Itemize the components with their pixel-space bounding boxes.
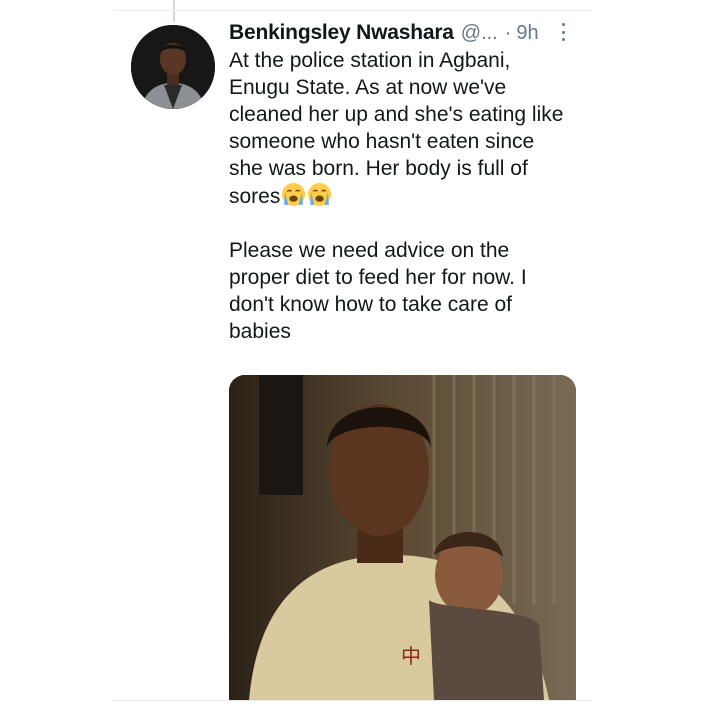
more-dot xyxy=(561,23,565,26)
tweet-text: At the police station in Agbani, Enugu S… xyxy=(229,47,589,345)
photo-image: 中 xyxy=(229,375,576,700)
bottom-divider xyxy=(114,700,592,701)
loudly-crying-face-icon xyxy=(282,183,306,206)
thread-connector-line xyxy=(173,0,175,22)
text-line: proper diet to feed her for now. I xyxy=(229,266,527,289)
author-handle[interactable]: @... xyxy=(461,22,498,45)
tweet-media-photo[interactable]: 中 xyxy=(229,375,576,700)
top-divider xyxy=(114,10,592,11)
more-dot xyxy=(561,38,565,41)
text-line: she was born. Her body is full of xyxy=(229,157,528,180)
text-line: cleaned her up and she's eating like xyxy=(229,103,564,126)
text-line: sores xyxy=(229,185,281,208)
text-line: someone who hasn't eaten since xyxy=(229,130,535,153)
tweet-paragraph-1: At the police station in Agbani, Enugu S… xyxy=(229,47,589,210)
text-line: don't know how to take care of xyxy=(229,293,513,316)
more-dot xyxy=(561,30,565,34)
text-line: babies xyxy=(229,320,291,343)
tweet-paragraph-2: Please we need advice on the proper diet… xyxy=(229,237,589,345)
text-line: Please we need advice on the xyxy=(229,239,510,262)
loudly-crying-face-icon xyxy=(308,183,332,206)
author-name[interactable]: Benkingsley Nwashara xyxy=(229,21,454,45)
text-line: Enugu State. As at now we've xyxy=(229,76,507,99)
timestamp[interactable]: 9h xyxy=(516,22,538,45)
separator-dot: · xyxy=(504,21,512,44)
tweet-header: Benkingsley Nwashara @... · 9h xyxy=(229,18,579,48)
avatar-photo xyxy=(131,25,215,109)
text-line: At the police station in Agbani, xyxy=(229,49,511,72)
more-options-icon[interactable] xyxy=(556,20,570,44)
avatar[interactable] xyxy=(131,25,215,109)
shirt-print-text: 中 xyxy=(401,644,421,668)
